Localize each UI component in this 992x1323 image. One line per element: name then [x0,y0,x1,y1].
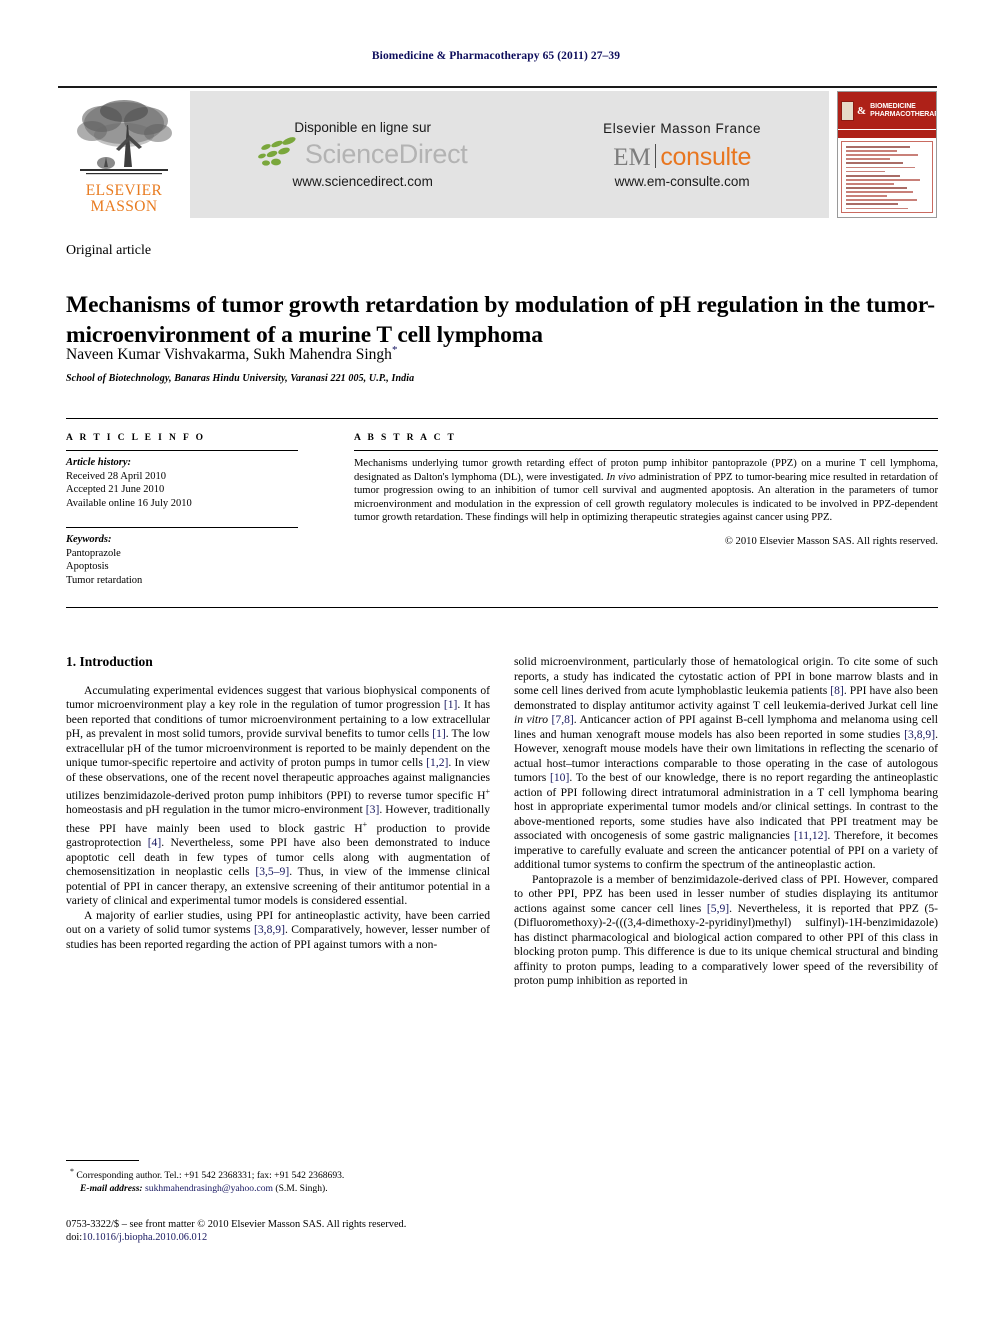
citation-ref[interactable]: [3,8,9] [904,728,935,741]
citation-ref[interactable]: [7,8] [552,713,574,726]
article-info-rule [66,450,298,451]
running-head: Biomedicine & Pharmacotherapy 65 (2011) … [371,50,621,62]
corresponding-author-footnote: * Corresponding author. Tel.: +91 542 23… [66,1160,490,1195]
article-history-accepted: Accepted 21 June 2010 [66,484,165,495]
citation-ref[interactable]: [3,5–9] [255,865,289,878]
masson-label: MASSON [90,197,158,215]
footnote-email-link[interactable]: sukhmahendrasingh@yahoo.com [145,1183,273,1194]
keywords-rule [66,527,298,528]
abstract-rule [354,450,938,451]
emconsulte-em-text: EM [613,143,651,171]
body-column-left: 1. Introduction Accumulating experimenta… [66,654,490,953]
banner-grey-strip: Disponible en ligne sur ScienceDirect ww… [190,91,829,218]
text-run: . Anticancer action of PPI against B-cel… [514,713,938,741]
citation-ref[interactable]: [3] [366,803,380,816]
cover-header: & BIOMEDICINE PHARMACOTHERAPY [838,92,936,129]
footnote-contact-line: Corresponding author. Tel.: +91 542 2368… [76,1170,345,1182]
info-abstract-band: A R T I C L E I N F O Article history: R… [66,418,938,608]
doi-link[interactable]: 10.1016/j.biopha.2010.06.012 [82,1232,207,1243]
cover-subheader-band [838,129,936,138]
article-info-heading: A R T I C L E I N F O [66,433,206,443]
doi-label: doi: [66,1232,83,1243]
body-column-right: solid microenvironment, particularly tho… [514,655,938,989]
elsevier-wordmark: ELSEVIER MASSON [86,183,162,214]
paragraph: Accumulating experimental evidences sugg… [66,684,490,909]
emconsulte-wordmark: EM consulte [603,141,761,171]
abstract-italic-invivo: In vivo [606,471,636,483]
author-list: Naveen Kumar Vishvakarma, Sukh Mahendra … [66,344,397,364]
sciencedirect-wordmark: ScienceDirect [304,138,468,169]
journal-cover-thumbnail[interactable]: & BIOMEDICINE PHARMACOTHERAPY [837,91,937,218]
emconsulte-divider [654,143,657,168]
keyword-item: Apoptosis [66,561,109,572]
keyword-item: Tumor retardation [66,574,143,586]
article-history-online: Available online 16 July 2010 [66,497,192,509]
citation-ref[interactable]: [11,12] [794,829,827,842]
abstract-heading: A B S T R A C T [354,433,457,443]
footer-copyright-line: 0753-3322/$ – see front matter © 2010 El… [66,1219,407,1230]
article-page: Biomedicine & Pharmacotherapy 65 (2011) … [0,0,992,1323]
citation-ref[interactable]: [1,2] [426,756,448,769]
keyword-item: Pantoprazole [66,547,121,559]
italic-invitro: in vitro [514,713,549,726]
article-history-received: Received 28 April 2010 [66,470,167,482]
cover-title-line2: PHARMACOTHERAPY [870,110,937,118]
abstract-text: Mechanisms underlying tumor growth retar… [354,457,938,525]
sciencedirect-leaf-icon [257,136,302,173]
cover-emblem-icon [841,100,854,121]
elsevier-tree-icon [72,97,176,183]
corresponding-author-marker: * [391,344,398,356]
text-run: homeostasis and pH regulation in the tum… [66,803,366,817]
page-title: Mechanisms of tumor growth retardation b… [66,291,936,348]
abstract-copyright: © 2010 Elsevier Masson SAS. All rights r… [724,535,938,547]
author-names: Naveen Kumar Vishvakarma, Sukh Mahendra … [66,346,392,364]
citation-ref[interactable]: [8] [830,684,844,697]
cover-ampersand: & [857,104,867,117]
abstract-column: A B S T R A C T Mechanisms underlying tu… [344,433,938,587]
affiliation: School of Biotechnology, Banaras Hindu U… [66,373,415,384]
footnote-rule [66,1160,139,1161]
paragraph: solid microenvironment, particularly tho… [514,655,938,873]
cover-contents-list [841,141,933,213]
elsevier-label: ELSEVIER [85,182,163,199]
sciencedirect-url[interactable]: www.sciencedirect.com [258,174,468,189]
sciencedirect-block[interactable]: Disponible en ligne sur ScienceDirect ww… [250,120,476,189]
section-heading-introduction: 1. Introduction [66,654,153,669]
journal-banner: ELSEVIER MASSON Disponible en ligne sur [58,86,937,218]
footnote-marker: * [70,1167,74,1176]
citation-ref[interactable]: [5,9] [707,902,729,915]
footnote-email-label: E-mail address: [80,1182,143,1194]
citation-ref[interactable]: [4] [148,836,162,849]
text-run: Accumulating experimental evidences sugg… [66,683,490,712]
paragraph: A majority of earlier studies, using PPI… [66,909,490,953]
emconsulte-url[interactable]: www.em-consulte.com [603,174,761,189]
article-history-label: Article history: [66,457,132,468]
sciencedirect-caption: Disponible en ligne sur [294,120,431,135]
superscript-plus: + [485,787,490,796]
emconsulte-block[interactable]: Elsevier Masson France EM consulte www.e… [595,121,769,189]
article-info-column: A R T I C L E I N F O Article history: R… [66,433,344,587]
keywords-label: Keywords: [66,534,112,545]
cover-title-line1: BIOMEDICINE [870,102,916,110]
page-footer: 0753-3322/$ – see front matter © 2010 El… [66,1218,566,1244]
article-type-label: Original article [66,243,152,258]
citation-ref[interactable]: [3,8,9] [254,923,285,936]
elsevier-masson-logo: ELSEVIER MASSON [58,91,190,218]
emconsulte-consulte-text: consulte [660,142,752,171]
paragraph: Pantoprazole is a member of benzimidazol… [514,873,938,989]
emconsulte-caption: Elsevier Masson France [603,120,762,136]
citation-ref[interactable]: [1] [444,698,458,711]
footnote-email-suffix: (S.M. Singh). [272,1182,328,1194]
citation-ref[interactable]: [10] [550,771,569,784]
citation-ref[interactable]: [1] [432,727,446,740]
